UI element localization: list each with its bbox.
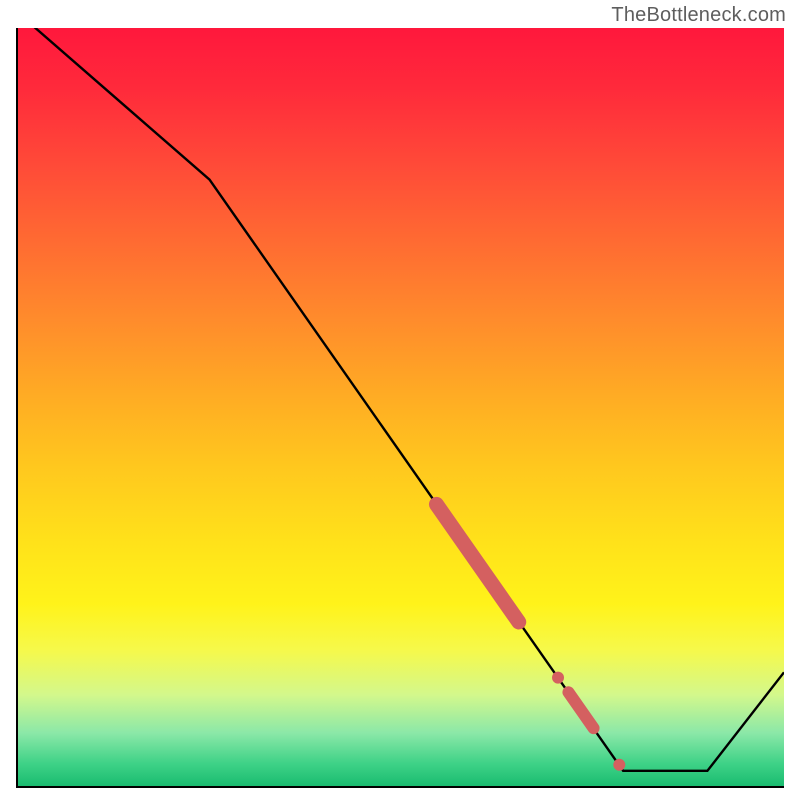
data-line bbox=[18, 28, 784, 771]
chart-overlay bbox=[18, 28, 784, 786]
highlight-dot bbox=[552, 672, 564, 684]
plot-area bbox=[16, 28, 784, 788]
highlight-dot bbox=[613, 759, 625, 771]
highlight-segment-short bbox=[568, 692, 593, 728]
highlight-segment-thick bbox=[436, 504, 518, 622]
watermark-label: TheBottleneck.com bbox=[611, 4, 786, 27]
chart-canvas: TheBottleneck.com bbox=[0, 0, 800, 800]
